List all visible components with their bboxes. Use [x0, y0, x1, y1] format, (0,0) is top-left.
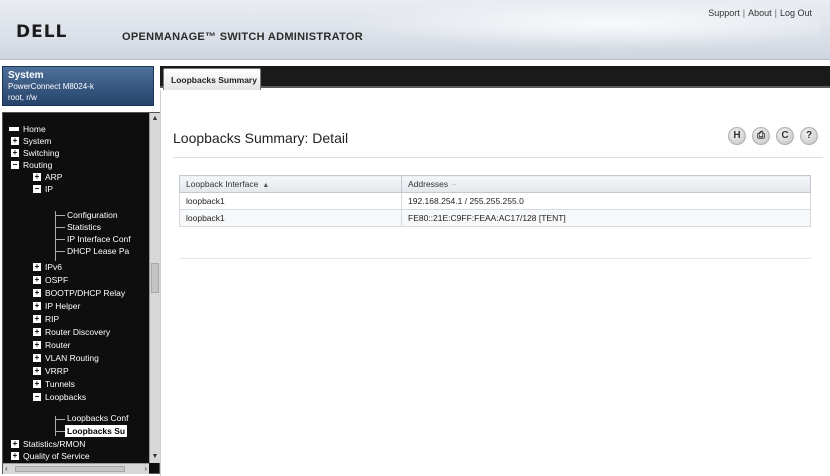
- refresh-icon[interactable]: C: [776, 127, 794, 145]
- page-toolbar: H ⎙ C ?: [728, 127, 820, 145]
- expand-icon[interactable]: +: [33, 328, 41, 336]
- system-user: root, r/w: [8, 93, 37, 102]
- expand-icon[interactable]: +: [33, 173, 41, 181]
- loopbacks-table: Loopback Interface ▲ Addresses − loopback1…: [179, 175, 811, 227]
- tree-line: [55, 431, 65, 432]
- expand-icon[interactable]: +: [33, 354, 41, 362]
- nav-tree: Home + System + Switching − Routing + AR…: [2, 112, 160, 474]
- help-topic-icon[interactable]: H: [728, 127, 746, 145]
- column-header-addresses[interactable]: Addresses −: [401, 175, 811, 193]
- collapse-icon[interactable]: −: [33, 185, 41, 193]
- scroll-thumb[interactable]: [15, 466, 125, 472]
- system-title: System: [8, 70, 44, 81]
- tree-line: [55, 211, 56, 261]
- table-row[interactable]: loopback1 192.168.254.1 / 255.255.255.0: [179, 192, 811, 210]
- sort-ascending-icon: ▲: [262, 182, 270, 189]
- tree-line: [55, 251, 65, 252]
- title-divider: [173, 157, 823, 158]
- cell-loopback-interface: loopback1: [179, 192, 402, 210]
- cell-loopback-interface: loopback1: [179, 209, 402, 227]
- sort-neutral-icon: −: [452, 182, 457, 189]
- top-links: Support | About | Log Out: [708, 8, 812, 18]
- expand-icon[interactable]: +: [33, 380, 41, 388]
- app-title: OPENMANAGE™ SWITCH ADMINISTRATOR: [122, 31, 364, 43]
- help-icon[interactable]: ?: [800, 127, 818, 145]
- scroll-up-icon[interactable]: ▲: [151, 114, 159, 123]
- page-title: Loopbacks Summary: Detail: [173, 130, 349, 146]
- tree-line: [55, 419, 65, 420]
- system-info-panel: System PowerConnect M8024-k root, r/w: [2, 66, 154, 106]
- system-model: PowerConnect M8024-k: [8, 82, 94, 91]
- expand-icon[interactable]: +: [33, 263, 41, 271]
- table-row[interactable]: loopback1 FE80::21E:C9FF:FEAA:AC17/128 […: [179, 209, 811, 227]
- table-bottom-divider: [179, 258, 811, 259]
- dell-logo: DELL: [16, 22, 68, 42]
- cell-addresses: 192.168.254.1 / 255.255.255.0: [401, 192, 811, 210]
- cell-addresses: FE80::21E:C9FF:FEAA:AC17/128 [TENT]: [401, 209, 811, 227]
- tree-line: [55, 239, 65, 240]
- tab-loopbacks-summary[interactable]: Loopbacks Summary: [163, 68, 261, 90]
- column-header-loopback-interface[interactable]: Loopback Interface ▲: [179, 175, 402, 193]
- nav-vertical-scrollbar[interactable]: ▲ ▼: [149, 113, 160, 463]
- main-content: Loopbacks Summary: Detail H ⎙ C ? Loopba…: [160, 90, 830, 476]
- scroll-left-icon[interactable]: ‹: [5, 464, 8, 474]
- tab-bar: Loopbacks Summary: [160, 66, 830, 90]
- collapse-icon[interactable]: −: [33, 393, 41, 401]
- expand-icon[interactable]: +: [11, 440, 19, 448]
- expand-icon[interactable]: +: [11, 149, 19, 157]
- support-link[interactable]: Support: [708, 8, 740, 18]
- expand-icon[interactable]: +: [33, 289, 41, 297]
- expand-icon[interactable]: +: [33, 302, 41, 310]
- expand-icon[interactable]: +: [33, 276, 41, 284]
- scroll-thumb[interactable]: [151, 263, 159, 293]
- collapse-icon[interactable]: −: [11, 161, 19, 169]
- home-icon: [9, 127, 19, 131]
- print-icon[interactable]: ⎙: [752, 127, 770, 145]
- expand-icon[interactable]: +: [11, 452, 19, 460]
- expand-icon[interactable]: +: [33, 315, 41, 323]
- scroll-down-icon[interactable]: ▼: [151, 452, 159, 461]
- header-banner: DELL OPENMANAGE™ SWITCH ADMINISTRATOR Su…: [0, 0, 830, 60]
- tree-line: [55, 227, 65, 228]
- tree-line: [55, 215, 65, 216]
- scroll-right-icon[interactable]: ›: [144, 464, 147, 474]
- logout-link[interactable]: Log Out: [780, 8, 812, 18]
- nav-horizontal-scrollbar[interactable]: ‹ ›: [3, 463, 149, 474]
- expand-icon[interactable]: +: [33, 367, 41, 375]
- expand-icon[interactable]: +: [11, 137, 19, 145]
- expand-icon[interactable]: +: [33, 341, 41, 349]
- about-link[interactable]: About: [748, 8, 772, 18]
